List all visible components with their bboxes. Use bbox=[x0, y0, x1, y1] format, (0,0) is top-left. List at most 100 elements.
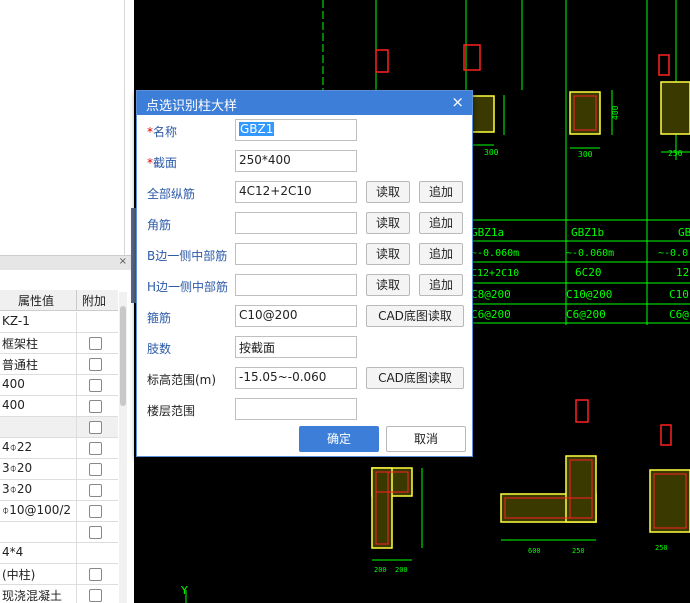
read-button[interactable]: 读取 bbox=[366, 243, 410, 265]
dimension-label: 250 bbox=[655, 544, 668, 552]
b-side-middle-bar-input[interactable] bbox=[235, 243, 357, 265]
elevation-range-input[interactable]: -15.05~-0.060 bbox=[235, 367, 357, 389]
table-row[interactable]: 400 bbox=[0, 375, 118, 396]
append-button[interactable]: 追加 bbox=[419, 274, 463, 296]
table-row[interactable]: (中柱) bbox=[0, 564, 118, 585]
property-value[interactable]: 400 bbox=[2, 377, 75, 391]
column-header-add: 附加 bbox=[82, 294, 107, 308]
dimension-label: 200 bbox=[395, 566, 408, 574]
property-value[interactable]: 3⌽20 bbox=[2, 461, 75, 476]
stirrup-input[interactable]: C10@200 bbox=[235, 305, 357, 327]
append-checkbox[interactable] bbox=[89, 568, 102, 581]
table-row[interactable]: 3⌽20 bbox=[0, 459, 118, 480]
append-checkbox[interactable] bbox=[89, 379, 102, 392]
limb-count-label: 肢数 bbox=[147, 342, 172, 356]
cad-table-cell: C10@200 bbox=[566, 288, 612, 301]
dimension-label: 600 bbox=[528, 547, 541, 555]
property-value[interactable]: 400 bbox=[2, 398, 75, 412]
cancel-button[interactable]: 取消 bbox=[386, 426, 466, 452]
read-button[interactable]: 读取 bbox=[366, 212, 410, 234]
corner-bar-input[interactable] bbox=[235, 212, 357, 234]
h-side-middle-bar-input[interactable] bbox=[235, 274, 357, 296]
table-row[interactable]: 普通柱 bbox=[0, 354, 118, 375]
cad-table-cell: C6@ bbox=[669, 308, 689, 321]
append-checkbox[interactable] bbox=[89, 505, 102, 518]
dimension-label: 400 bbox=[611, 105, 620, 120]
property-value[interactable]: 4*4 bbox=[2, 545, 75, 559]
append-checkbox[interactable] bbox=[89, 358, 102, 371]
property-table-header: 属性值 附加 bbox=[0, 290, 118, 311]
property-value[interactable]: (中柱) bbox=[2, 566, 75, 583]
all-longitudinal-input[interactable]: 4C12+2C10 bbox=[235, 181, 357, 203]
b-side-middle-bar-label: B边一侧中部筋 bbox=[147, 249, 228, 263]
close-icon[interactable]: × bbox=[119, 256, 127, 267]
dimension-label: 200 bbox=[374, 566, 387, 574]
corner-bar-label: 角筋 bbox=[147, 218, 172, 232]
cad-table-header: GB bbox=[678, 226, 690, 239]
floor-range-label: 楼层范围 bbox=[147, 404, 196, 418]
table-row[interactable]: 4⌽22 bbox=[0, 438, 118, 459]
limb-count-input[interactable]: 按截面 bbox=[235, 336, 357, 358]
cad-table-cell: ~-0.0 bbox=[658, 248, 688, 259]
cad-table-cell: C10 bbox=[669, 288, 689, 301]
table-row[interactable]: 400 bbox=[0, 396, 118, 417]
append-button[interactable]: 追加 bbox=[419, 243, 463, 265]
table-row[interactable]: 4*4 bbox=[0, 543, 118, 564]
property-value[interactable]: 4⌽22 bbox=[2, 440, 75, 455]
cad-table-cell: C6@200 bbox=[566, 308, 606, 321]
property-value[interactable]: KZ-1 bbox=[2, 314, 75, 328]
cad-table-cell: ~-0.060m bbox=[566, 248, 614, 259]
all-longitudinal-label: 全部纵筋 bbox=[147, 187, 196, 201]
column-header-value: 属性值 bbox=[18, 294, 55, 308]
table-row[interactable]: 3⌽20 bbox=[0, 480, 118, 501]
cad-table-cell: C12+2C10 bbox=[471, 268, 519, 279]
axis-y-label: Y bbox=[180, 584, 188, 597]
dimension-label: 250 bbox=[668, 149, 683, 158]
name-input[interactable]: GBZ1 bbox=[235, 119, 357, 141]
append-checkbox[interactable] bbox=[89, 337, 102, 350]
property-value[interactable]: 普通柱 bbox=[2, 356, 75, 373]
section-input[interactable]: 250*400 bbox=[235, 150, 357, 172]
dimension-label: 300 bbox=[484, 148, 499, 157]
cad-table-cell: C6@200 bbox=[471, 308, 511, 321]
table-row[interactable]: 框架柱 bbox=[0, 333, 118, 354]
dialog-titlebar[interactable]: 点选识别柱大样 × bbox=[137, 91, 472, 115]
append-checkbox[interactable] bbox=[89, 463, 102, 476]
property-value[interactable]: 现浇混凝土 bbox=[2, 587, 75, 603]
ok-button[interactable]: 确定 bbox=[299, 426, 379, 452]
name-label: *名称 bbox=[147, 125, 178, 139]
cad-table-cell: 12 bbox=[676, 266, 689, 279]
dialog-title: 点选识别柱大样 bbox=[146, 99, 238, 114]
append-checkbox[interactable] bbox=[89, 526, 102, 539]
read-button[interactable]: 读取 bbox=[366, 274, 410, 296]
read-button[interactable]: 读取 bbox=[366, 181, 410, 203]
append-checkbox[interactable] bbox=[89, 442, 102, 455]
append-checkbox[interactable] bbox=[89, 484, 102, 497]
cad-table-header: GBZ1b bbox=[571, 226, 604, 239]
scrollbar-thumb[interactable] bbox=[120, 306, 126, 406]
identify-column-detail-dialog: 点选识别柱大样 × *名称 GBZ1 *截面 250*400 全部纵筋 4C12… bbox=[136, 90, 473, 457]
property-value[interactable]: ⌽10@100/2 bbox=[2, 503, 75, 518]
property-value[interactable]: 框架柱 bbox=[2, 335, 75, 352]
append-checkbox[interactable] bbox=[89, 421, 102, 434]
cad-read-button[interactable]: CAD底图读取 bbox=[366, 305, 464, 327]
append-checkbox[interactable] bbox=[89, 589, 102, 602]
cad-table-cell: C8@200 bbox=[471, 288, 511, 301]
append-button[interactable]: 追加 bbox=[419, 212, 463, 234]
panel-divider bbox=[124, 0, 125, 255]
append-checkbox[interactable] bbox=[89, 400, 102, 413]
section-label: *截面 bbox=[147, 156, 178, 170]
elevation-range-label: 标高范围(m) bbox=[147, 373, 217, 387]
cad-read-button[interactable]: CAD底图读取 bbox=[366, 367, 464, 389]
close-icon[interactable]: × bbox=[451, 93, 464, 111]
cad-table-cell: 6C20 bbox=[575, 266, 602, 279]
table-row[interactable] bbox=[0, 417, 118, 438]
floor-range-input[interactable] bbox=[235, 398, 357, 420]
property-value[interactable]: 3⌽20 bbox=[2, 482, 75, 497]
table-row[interactable]: KZ-1 bbox=[0, 312, 118, 333]
table-row[interactable] bbox=[0, 522, 118, 543]
table-row[interactable]: 现浇混凝土 bbox=[0, 585, 118, 603]
scrollbar[interactable] bbox=[119, 292, 127, 603]
table-row[interactable]: ⌽10@100/2 bbox=[0, 501, 118, 522]
append-button[interactable]: 追加 bbox=[419, 181, 463, 203]
